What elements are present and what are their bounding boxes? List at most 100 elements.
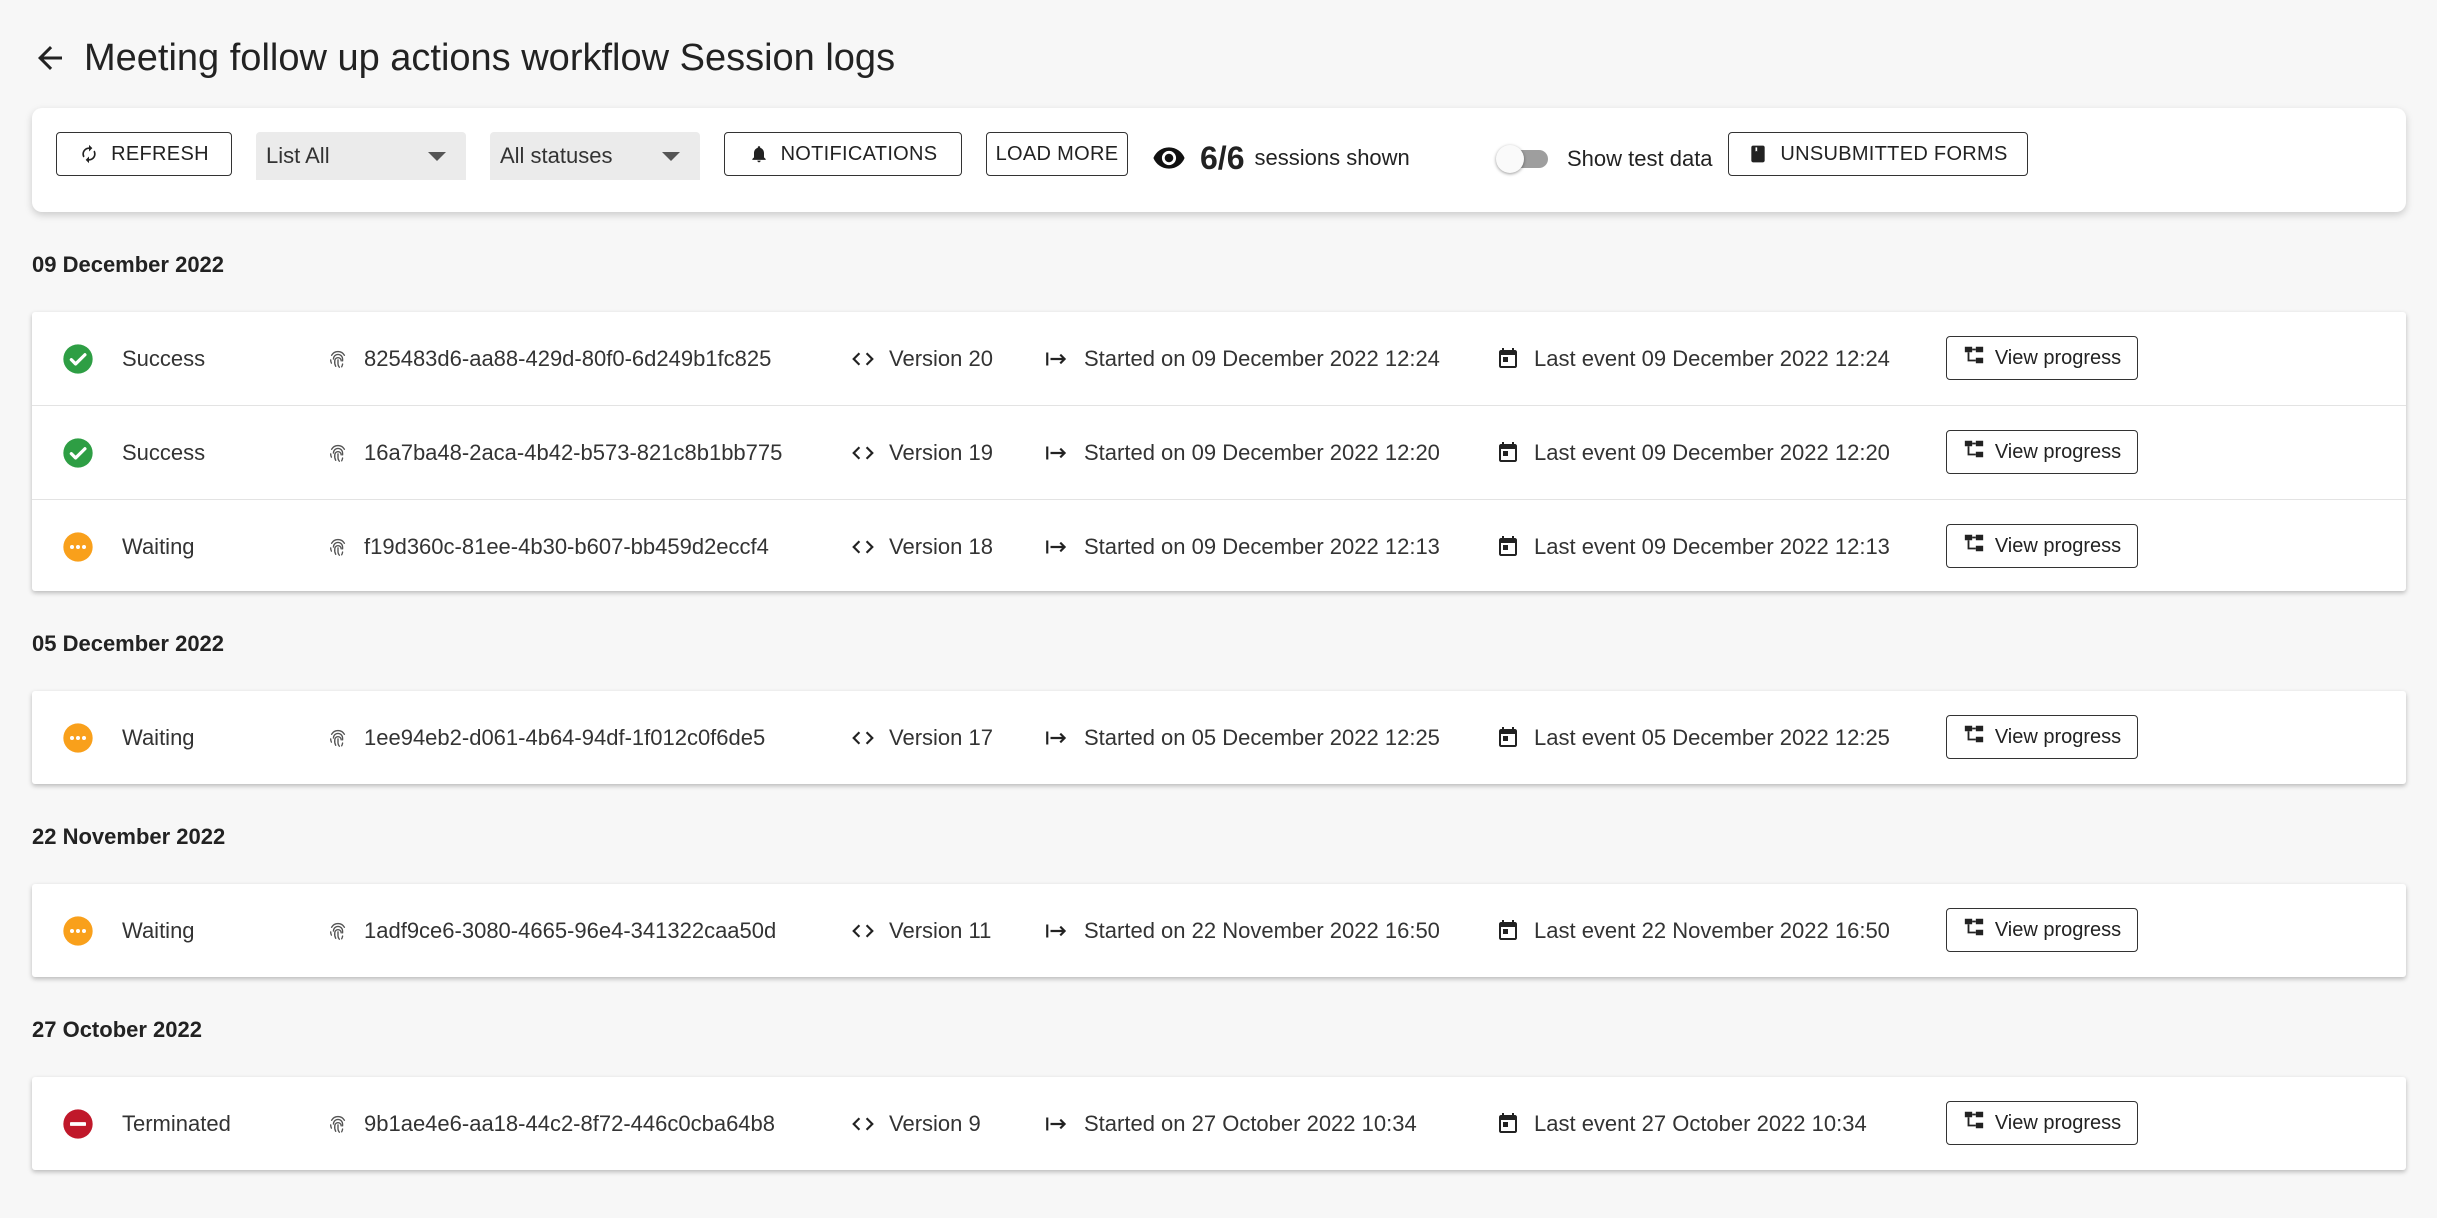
calendar-icon — [1496, 312, 1520, 405]
group-date: 09 December 2022 — [32, 252, 225, 277]
fingerprint-icon — [327, 406, 349, 499]
view-progress-button[interactable]: View progress — [1946, 336, 2138, 380]
session-row: Success 16a7ba48-2aca-4b42-b573-821c8b1b… — [32, 406, 2406, 500]
session-id: 1ee94eb2-d061-4b64-94df-1f012c0f6de5 — [364, 724, 766, 750]
tree-icon — [1963, 438, 1995, 466]
view-progress-button[interactable]: View progress — [1946, 715, 2138, 759]
session-id: 1adf9ce6-3080-4665-96e4-341322caa50d — [364, 917, 777, 943]
calendar-icon — [1496, 1077, 1520, 1170]
calendar-icon — [1496, 500, 1520, 593]
load-more-button[interactable]: LOAD MORE — [986, 132, 1128, 176]
group-date: 27 October 2022 — [32, 1017, 202, 1042]
dropdown-caret-icon — [662, 152, 680, 161]
sessions-shown-label: sessions shown — [1254, 145, 1410, 170]
more-circle-icon — [62, 884, 94, 977]
session-card: Terminated 9b1ae4e6-aa18-44c2-8f72-446c0… — [32, 1077, 2406, 1170]
code-icon — [850, 691, 876, 784]
fingerprint-icon — [327, 1077, 349, 1170]
page-header: Meeting follow up actions workflow Sessi… — [32, 30, 895, 86]
last-event: Last event 09 December 2022 12:24 — [1534, 345, 1890, 371]
code-icon — [850, 312, 876, 405]
last-event: Last event 05 December 2022 12:25 — [1534, 724, 1890, 750]
fingerprint-icon — [327, 884, 349, 977]
session-id: 9b1ae4e6-aa18-44c2-8f72-446c0cba64b8 — [364, 1110, 776, 1136]
session-version: Version 19 — [889, 439, 993, 465]
status-select[interactable]: All statuses — [490, 132, 700, 180]
notifications-button[interactable]: NOTIFICATIONS — [724, 132, 962, 176]
session-row: Waiting 1ee94eb2-d061-4b64-94df-1f012c0f… — [32, 691, 2406, 784]
sessions-count: 6/6 sessions shown — [1152, 138, 1410, 178]
refresh-button[interactable]: REFRESH — [56, 132, 232, 176]
fingerprint-icon — [327, 312, 349, 405]
session-id: 16a7ba48-2aca-4b42-b573-821c8b1bb775 — [364, 439, 783, 465]
minus-circle-icon — [62, 1077, 94, 1170]
session-id: 825483d6-aa88-429d-80f0-6d249b1fc825 — [364, 345, 772, 371]
tree-icon — [1963, 723, 1995, 751]
view-progress-button[interactable]: View progress — [1946, 430, 2138, 474]
start-arrow-icon — [1044, 406, 1070, 499]
session-version: Version 17 — [889, 724, 993, 750]
status-label: Success — [122, 345, 206, 371]
sessions-count-value: 6/6 — [1200, 139, 1245, 176]
check-circle-icon — [62, 406, 94, 499]
group-date: 22 November 2022 — [32, 824, 226, 849]
started-on: Started on 22 November 2022 16:50 — [1084, 917, 1440, 943]
session-row: Waiting 1adf9ce6-3080-4665-96e4-341322ca… — [32, 884, 2406, 977]
calendar-icon — [1496, 884, 1520, 977]
calendar-icon — [1496, 691, 1520, 784]
code-icon — [850, 884, 876, 977]
view-progress-button[interactable]: View progress — [1946, 1101, 2138, 1145]
test-data-toggle[interactable] — [1496, 144, 1548, 173]
arrow-back-icon[interactable] — [32, 40, 68, 76]
calendar-icon — [1496, 406, 1520, 499]
session-version: Version 18 — [889, 533, 993, 559]
list-select[interactable]: List All — [256, 132, 466, 180]
session-card: Waiting 1ee94eb2-d061-4b64-94df-1f012c0f… — [32, 691, 2406, 784]
status-label: Waiting — [122, 917, 195, 943]
tree-icon — [1963, 532, 1995, 560]
code-icon — [850, 500, 876, 593]
view-progress-button[interactable]: View progress — [1946, 908, 2138, 952]
toolbar: REFRESH List All All statuses NOTIFICATI… — [32, 108, 2406, 212]
test-data-label: Show test data — [1567, 146, 1713, 171]
more-circle-icon — [62, 691, 94, 784]
session-version: Version 11 — [889, 917, 992, 943]
session-row: Waiting f19d360c-81ee-4b30-b607-bb459d2e… — [32, 500, 2406, 593]
status-label: Success — [122, 439, 206, 465]
view-progress-label: View progress — [1994, 725, 2122, 748]
view-progress-label: View progress — [1994, 440, 2122, 463]
tree-icon — [1963, 1109, 1995, 1137]
started-on: Started on 09 December 2022 12:24 — [1084, 345, 1440, 371]
notifications-label: NOTIFICATIONS — [780, 142, 938, 165]
session-card: Waiting 1adf9ce6-3080-4665-96e4-341322ca… — [32, 884, 2406, 977]
last-event: Last event 27 October 2022 10:34 — [1534, 1110, 1867, 1136]
last-event: Last event 09 December 2022 12:20 — [1534, 439, 1890, 465]
view-progress-label: View progress — [1994, 918, 2122, 941]
session-row: Success 825483d6-aa88-429d-80f0-6d249b1f… — [32, 312, 2406, 406]
status-label: Waiting — [122, 533, 195, 559]
start-arrow-icon — [1044, 500, 1070, 593]
started-on: Started on 09 December 2022 12:13 — [1084, 533, 1440, 559]
start-arrow-icon — [1044, 312, 1070, 405]
check-circle-icon — [62, 312, 94, 405]
tree-icon — [1963, 916, 1995, 944]
started-on: Started on 09 December 2022 12:20 — [1084, 439, 1440, 465]
fingerprint-icon — [327, 691, 349, 784]
book-icon — [1751, 145, 1765, 163]
started-on: Started on 27 October 2022 10:34 — [1084, 1110, 1417, 1136]
fingerprint-icon — [327, 500, 349, 593]
unsubmitted-forms-button[interactable]: UNSUBMITTED FORMS — [1728, 132, 2028, 176]
unsubmitted-label: UNSUBMITTED FORMS — [1780, 142, 2008, 165]
bell-icon — [751, 146, 766, 163]
start-arrow-icon — [1044, 1077, 1070, 1170]
group-date: 05 December 2022 — [32, 631, 225, 656]
view-progress-button[interactable]: View progress — [1946, 524, 2138, 568]
last-event: Last event 22 November 2022 16:50 — [1534, 917, 1890, 943]
session-card: Success 825483d6-aa88-429d-80f0-6d249b1f… — [32, 312, 2406, 591]
session-version: Version 9 — [889, 1110, 981, 1136]
status-select-value: All statuses — [500, 143, 613, 168]
start-arrow-icon — [1044, 691, 1070, 784]
status-label: Terminated — [122, 1110, 231, 1136]
tree-icon — [1963, 344, 1995, 372]
status-label: Waiting — [122, 724, 195, 750]
